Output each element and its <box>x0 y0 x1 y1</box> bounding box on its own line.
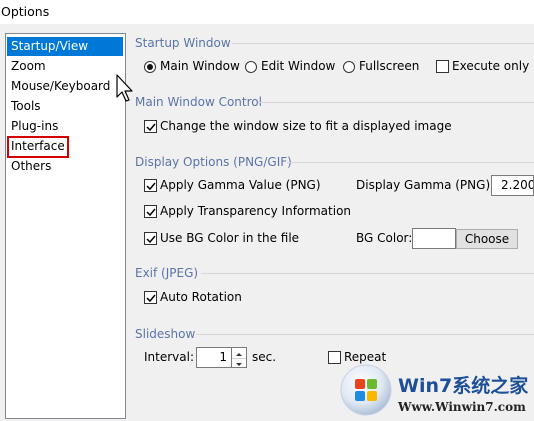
display-options-heading: Display Options (PNG/GIF) <box>135 155 292 169</box>
interval-unit-label: sec. <box>252 350 277 364</box>
checkmark-icon <box>146 123 156 132</box>
bg-color-swatch[interactable] <box>412 228 456 249</box>
sidebar-item-tools[interactable]: Tools <box>7 97 123 116</box>
checkmark-icon <box>146 208 156 217</box>
apply-gamma-label[interactable]: Apply Gamma Value (PNG) <box>160 178 321 192</box>
checkmark-icon <box>146 294 156 303</box>
exif-heading: Exif (JPEG) <box>135 266 199 280</box>
group-divider <box>196 334 534 335</box>
use-bg-color-label[interactable]: Use BG Color in the file <box>160 231 299 245</box>
choose-color-button[interactable]: Choose <box>456 229 518 249</box>
execute-only-checkbox[interactable] <box>436 60 449 73</box>
checkmark-icon <box>146 182 156 191</box>
site-watermark-logo: Win7系统之家 Www.Winwin7.com <box>340 364 529 416</box>
checkmark-icon <box>146 235 156 244</box>
radio-edit-window-label[interactable]: Edit Window <box>261 59 335 73</box>
resize-window-checkbox[interactable] <box>144 120 157 133</box>
group-divider <box>232 43 534 44</box>
display-gamma-input[interactable]: 2.200 <box>491 175 534 196</box>
display-gamma-label: Display Gamma (PNG): <box>356 178 495 192</box>
auto-rotation-label[interactable]: Auto Rotation <box>160 290 242 304</box>
main-window-control-heading: Main Window Control <box>135 95 262 109</box>
slideshow-heading: Slideshow <box>135 327 196 341</box>
group-divider <box>287 162 534 163</box>
window-title: Options <box>1 4 50 19</box>
group-divider <box>258 102 534 103</box>
sidebar-item-zoom[interactable]: Zoom <box>7 57 123 76</box>
use-bg-color-checkbox[interactable] <box>144 232 157 245</box>
radio-fullscreen[interactable] <box>343 61 355 73</box>
radio-main-window[interactable] <box>144 61 156 73</box>
startup-window-heading: Startup Window <box>135 36 231 50</box>
bg-color-label: BG Color: <box>356 231 413 245</box>
sidebar-item-startup-view[interactable]: Startup/View <box>7 37 123 56</box>
watermark-brand: Win7系统之家 <box>398 374 529 397</box>
group-divider <box>201 273 534 274</box>
interval-label: Interval: <box>144 350 194 364</box>
radio-edit-window[interactable] <box>245 61 257 73</box>
interface-highlight-box <box>7 136 69 158</box>
interval-input[interactable]: 1 <box>196 347 232 368</box>
interval-spinner[interactable] <box>232 347 247 368</box>
execute-only-label[interactable]: Execute only 1 <box>452 59 534 73</box>
auto-rotation-checkbox[interactable] <box>144 291 157 304</box>
spin-down-button[interactable] <box>232 358 246 368</box>
apply-transparency-checkbox[interactable] <box>144 205 157 218</box>
radio-fullscreen-label[interactable]: Fullscreen <box>359 59 419 73</box>
caret-down-icon <box>236 363 242 366</box>
radio-main-window-label[interactable]: Main Window <box>160 59 240 73</box>
sidebar-item-mouse-keyboard[interactable]: Mouse/Keyboard <box>7 77 123 96</box>
resize-window-label[interactable]: Change the window size to fit a displaye… <box>160 119 452 133</box>
apply-gamma-checkbox[interactable] <box>144 179 157 192</box>
category-list[interactable]: Startup/View Zoom Mouse/Keyboard Tools P… <box>5 33 126 419</box>
apply-transparency-label[interactable]: Apply Transparency Information <box>160 204 351 218</box>
title-bar <box>0 0 534 24</box>
mouse-cursor-icon <box>116 74 133 102</box>
watermark-url: Www.Winwin7.com <box>397 400 526 414</box>
sidebar-item-plug-ins[interactable]: Plug-ins <box>7 117 123 136</box>
sidebar-item-others[interactable]: Others <box>7 157 123 176</box>
